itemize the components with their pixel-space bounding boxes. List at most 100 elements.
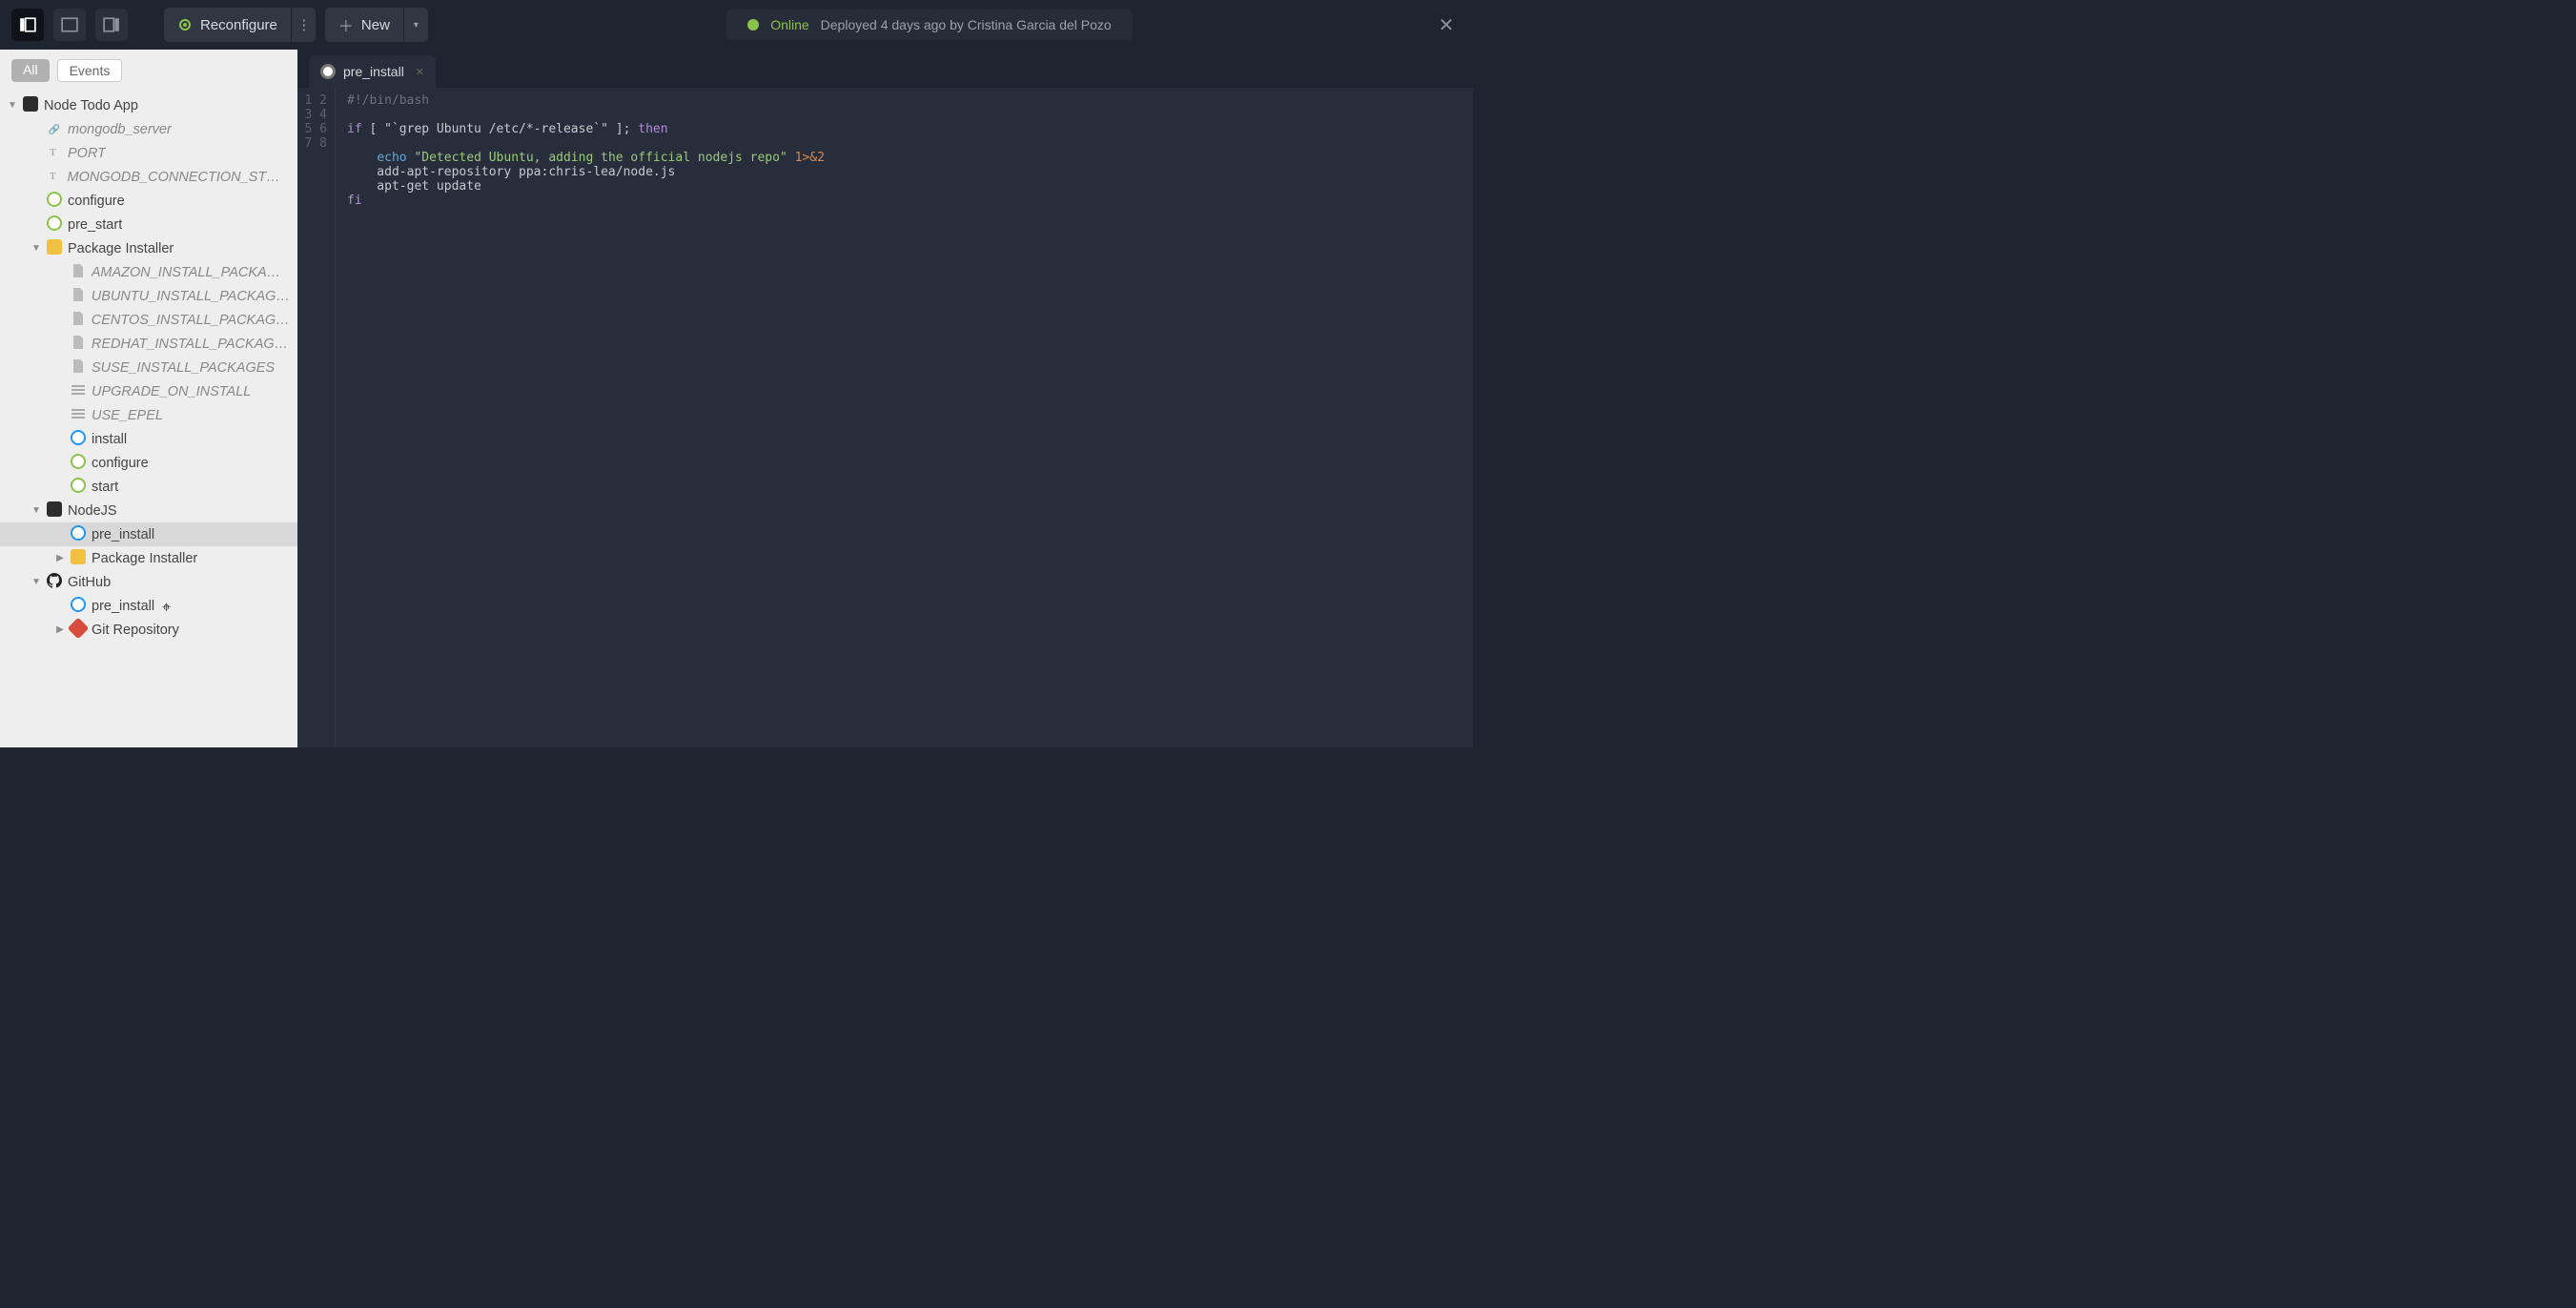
tree-row[interactable]: REDHAT_INSTALL_PACKAGES [0, 332, 297, 356]
view-toggle-1[interactable] [11, 9, 44, 41]
kebab-icon: ⋮ [296, 16, 310, 33]
new-group: ＋ New ▾ [325, 8, 428, 42]
tree-row[interactable]: ▼ GitHub [0, 570, 297, 594]
tree-label: mongodb_server [68, 122, 172, 137]
tree-label: start [92, 480, 118, 495]
close-icon: ✕ [1439, 13, 1455, 37]
app-icon [23, 96, 38, 115]
tree-row[interactable]: pre_start [0, 213, 297, 236]
tree-label: pre_start [68, 217, 122, 233]
target-green-icon [71, 454, 86, 473]
view-toggle-2[interactable] [53, 9, 86, 41]
svg-text:T: T [50, 147, 56, 158]
tree-row[interactable]: ▶ Package Installer [0, 546, 297, 570]
target-green-icon [47, 192, 62, 211]
chevron-down-icon[interactable]: ▼ [31, 577, 41, 587]
tab-close-button[interactable]: × [416, 64, 424, 80]
tree-row[interactable]: pre_install [0, 522, 297, 546]
file-icon [71, 311, 86, 329]
line-gutter: 1 2 3 4 5 6 7 8 [297, 88, 336, 747]
tree-label: Package Installer [92, 551, 197, 566]
editor-tab[interactable]: pre_install × [309, 55, 436, 88]
file-icon [71, 335, 86, 353]
target-blue-icon [71, 597, 86, 616]
text-icon: T [47, 168, 62, 186]
tree-row[interactable]: start [0, 475, 297, 499]
tree-label: NodeJS [68, 503, 117, 519]
status-dot-icon [747, 19, 759, 31]
tree-row[interactable]: UPGRADE_ON_INSTALL [0, 379, 297, 403]
package-icon [47, 239, 62, 258]
tree-row[interactable]: SUSE_INSTALL_PACKAGES [0, 356, 297, 379]
tree-row[interactable]: UBUNTU_INSTALL_PACKAGES [0, 284, 297, 308]
sidebar: All Events ▼Node Todo App 🔗 mongodb_server… [0, 50, 297, 747]
editor-tabstrip: pre_install × [297, 50, 1473, 88]
tree-row[interactable]: pre_install [0, 594, 297, 618]
tree-row[interactable]: configure [0, 451, 297, 475]
reconfigure-button[interactable]: Reconfigure [164, 8, 291, 42]
new-menu-button[interactable]: ▾ [403, 8, 428, 42]
tree-row[interactable]: AMAZON_INSTALL_PACKAGES [0, 260, 297, 284]
file-icon [71, 287, 86, 305]
chevron-down-icon[interactable]: ▼ [31, 243, 41, 254]
tab-events[interactable]: Events [57, 59, 123, 82]
chevron-down-icon[interactable]: ▼ [31, 505, 41, 516]
tree-label: AMAZON_INSTALL_PACKAGES [92, 265, 290, 280]
tree-label: Package Installer [68, 241, 174, 256]
package-icon [71, 549, 86, 568]
target-blue-icon [71, 525, 86, 544]
sidebar-tabs: All Events [0, 50, 297, 90]
chevron-down-icon: ▾ [414, 20, 419, 31]
tree-row[interactable]: 🔗 mongodb_server [0, 117, 297, 141]
text-icon: T [47, 144, 62, 162]
reconfigure-group: Reconfigure ⋮ [164, 8, 316, 42]
new-button[interactable]: ＋ New [325, 8, 403, 42]
list-icon [71, 383, 86, 400]
tree-label: USE_EPEL [92, 408, 163, 423]
code-content[interactable]: #!/bin/bash if [ "`grep Ubuntu /etc/*-re… [336, 88, 1473, 747]
tree-row[interactable]: install [0, 427, 297, 451]
code-editor[interactable]: 1 2 3 4 5 6 7 8 #!/bin/bash if [ "`grep … [297, 88, 1473, 747]
file-icon [71, 358, 86, 377]
target-icon [320, 64, 336, 79]
tree-label: UBUNTU_INSTALL_PACKAGES [92, 289, 290, 304]
tree-row[interactable]: ▼ NodeJS [0, 499, 297, 522]
tree-label: MONGODB_CONNECTION_STRING [68, 170, 290, 185]
tree-label: CENTOS_INSTALL_PACKAGES [92, 313, 290, 328]
new-label: New [361, 17, 390, 33]
tree-label: GitHub [68, 575, 111, 590]
tree-row[interactable]: configure [0, 189, 297, 213]
status-message: Deployed 4 days ago by Cristina Garcia d… [821, 17, 1112, 32]
tree-row[interactable]: USE_EPEL [0, 403, 297, 427]
tree-row[interactable]: ▶ Git Repository [0, 618, 297, 642]
editor-area: pre_install × 1 2 3 4 5 6 7 8 #!/bin/bas… [297, 50, 1473, 747]
tab-all[interactable]: All [11, 59, 50, 82]
reconfigure-menu-button[interactable]: ⋮ [291, 8, 316, 42]
tree-label: configure [68, 194, 125, 209]
tree-label: REDHAT_INSTALL_PACKAGES [92, 337, 290, 352]
reconfigure-label: Reconfigure [200, 17, 277, 33]
chevron-right-icon[interactable]: ▶ [55, 553, 65, 563]
tree-row[interactable]: T PORT [0, 141, 297, 165]
tree-row[interactable]: ▼ Package Installer [0, 236, 297, 260]
tree-label: UPGRADE_ON_INSTALL [92, 384, 251, 399]
tree-label: configure [92, 456, 149, 471]
chevron-right-icon[interactable]: ▶ [55, 624, 65, 635]
tree-row[interactable]: ▼Node Todo App [0, 93, 297, 117]
tree-row[interactable]: CENTOS_INSTALL_PACKAGES [0, 308, 297, 332]
view-toggle-3[interactable] [95, 9, 128, 41]
tree-label: pre_install [92, 599, 154, 614]
file-tree: ▼Node Todo App 🔗 mongodb_server T PORT T MONGO… [0, 90, 297, 661]
tree-label: Git Repository [92, 623, 179, 638]
svg-text:T: T [50, 171, 56, 182]
chevron-down-icon[interactable]: ▼ [8, 100, 17, 111]
tree-label: install [92, 432, 127, 447]
file-icon [71, 263, 86, 281]
tree-label: PORT [68, 146, 106, 161]
link-icon: 🔗 [47, 121, 62, 138]
close-button[interactable]: ✕ [1431, 10, 1462, 40]
gear-icon [177, 17, 193, 32]
node-icon [47, 501, 62, 521]
tree-row[interactable]: T MONGODB_CONNECTION_STRING [0, 165, 297, 189]
status-pill[interactable]: Online Deployed 4 days ago by Cristina G… [726, 10, 1133, 40]
